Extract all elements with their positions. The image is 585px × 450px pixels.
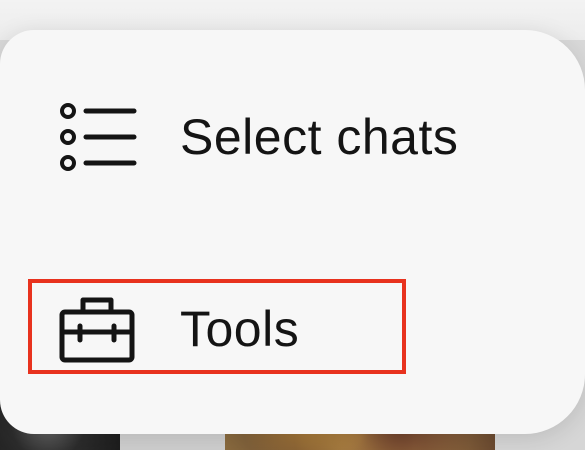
context-menu: Select chats Tools xyxy=(0,30,585,434)
toolbox-icon xyxy=(56,288,138,370)
menu-item-label-select-chats: Select chats xyxy=(180,109,459,165)
menu-item-tools[interactable]: Tools xyxy=(0,274,585,384)
list-bullets-icon xyxy=(56,96,138,178)
menu-item-select-chats[interactable]: Select chats xyxy=(0,82,585,192)
menu-item-label-tools: Tools xyxy=(180,301,300,357)
